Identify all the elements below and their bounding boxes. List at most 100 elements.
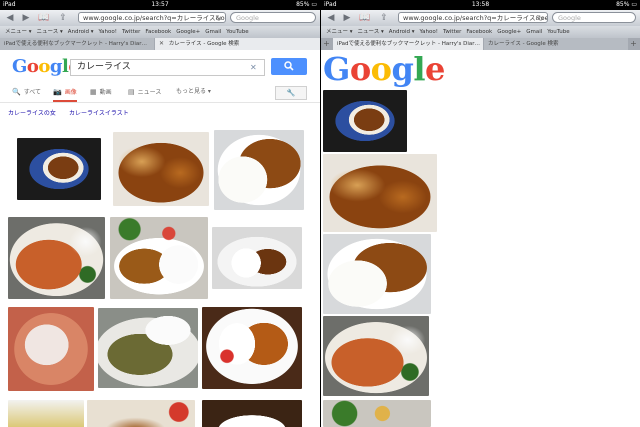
bookmark-item[interactable]: Twitter bbox=[122, 26, 140, 38]
bookmark-item[interactable]: Google+ bbox=[176, 26, 200, 38]
image-result[interactable] bbox=[323, 90, 407, 152]
bookmark-item[interactable]: ニュース ▾ bbox=[358, 26, 384, 38]
image-result[interactable] bbox=[113, 132, 209, 206]
tab-google-search[interactable]: カレーライス - Google 検索 bbox=[484, 38, 628, 50]
image-result[interactable] bbox=[17, 138, 101, 200]
search-query: カレーライス bbox=[77, 62, 131, 72]
browser-search-field[interactable]: Google bbox=[552, 12, 636, 23]
bookmarks-bar: メニュー ▾ ニュース ▾ Android ▾ Yahoo! Twitter Facebo… bbox=[321, 26, 640, 38]
image-result[interactable] bbox=[323, 234, 431, 314]
image-result[interactable] bbox=[323, 316, 429, 396]
search-input[interactable]: カレーライス bbox=[70, 59, 265, 76]
bookmarks-icon[interactable]: 📖 bbox=[358, 11, 372, 25]
new-tab-icon[interactable]: + bbox=[321, 38, 332, 50]
tab-images-label: 画像 bbox=[64, 89, 77, 96]
back-icon[interactable]: ◀ bbox=[324, 11, 338, 25]
image-result[interactable] bbox=[202, 400, 302, 427]
image-result[interactable] bbox=[323, 400, 431, 427]
tab-more[interactable]: もっと見る ▾ bbox=[176, 84, 211, 100]
image-result[interactable] bbox=[212, 227, 302, 289]
image-result[interactable] bbox=[214, 130, 304, 210]
camera-icon: 📷 bbox=[53, 88, 62, 96]
image-result[interactable] bbox=[8, 307, 94, 391]
battery-level: 85% bbox=[616, 1, 630, 8]
new-tab-icon[interactable]: + bbox=[628, 38, 639, 50]
share-icon[interactable]: ⇪ bbox=[377, 11, 391, 25]
share-icon[interactable]: ⇪ bbox=[56, 11, 70, 25]
reload-icon[interactable]: ↻ bbox=[215, 13, 222, 22]
address-text: www.google.co.jp/search?q=カレーライス&oe= bbox=[83, 14, 226, 22]
image-result[interactable] bbox=[8, 217, 105, 299]
image-result[interactable] bbox=[8, 400, 84, 427]
bookmark-item[interactable]: Twitter bbox=[443, 26, 461, 38]
status-time: 13:57 bbox=[151, 1, 169, 8]
close-tab-icon[interactable]: ✕ bbox=[159, 38, 164, 50]
related-search-link[interactable]: カレーライスイラスト bbox=[69, 108, 129, 117]
browser-search-placeholder: Google bbox=[558, 14, 581, 22]
bookmark-item[interactable]: Yahoo! bbox=[99, 26, 117, 38]
bookmark-item[interactable]: Android ▾ bbox=[389, 26, 415, 38]
reload-icon[interactable]: ↻ bbox=[537, 13, 544, 22]
tab-bookmarklet[interactable]: iPadで使える便利なブックマークレット - Harry's Diar… bbox=[333, 38, 483, 50]
tab-label: iPadで使える便利なブックマークレット - Harry's Diar… bbox=[4, 41, 147, 47]
video-icon: ▦ bbox=[90, 88, 97, 96]
tab-bar: + iPadで使える便利なブックマークレット - Harry's Diar… カ… bbox=[321, 38, 640, 50]
status-time: 13:58 bbox=[471, 1, 490, 8]
bookmark-item[interactable]: YouTube bbox=[547, 26, 569, 38]
google-results-page: Google カレーライス ✕ 🔍すべて 📷画像 ▦動画 ▤ニュース もっと見る… bbox=[0, 50, 320, 427]
back-icon[interactable]: ◀ bbox=[3, 11, 17, 25]
related-search-link[interactable]: カレーライスの女 bbox=[8, 108, 56, 117]
bookmark-item[interactable]: Yahoo! bbox=[420, 26, 438, 38]
status-bar: iPad 13:57 85% ▭ bbox=[0, 0, 320, 10]
tab-images[interactable]: 📷 画像 bbox=[53, 84, 77, 102]
battery-indicator: 85% ▭ bbox=[616, 1, 637, 8]
battery-level: 85% bbox=[296, 1, 310, 8]
image-result[interactable] bbox=[110, 217, 208, 299]
search-tools-button[interactable]: 🔧 bbox=[275, 86, 307, 100]
bookmark-item[interactable]: YouTube bbox=[226, 26, 248, 38]
image-result[interactable] bbox=[98, 308, 198, 388]
tab-news-label: ニュース bbox=[137, 89, 162, 96]
tab-news[interactable]: ▤ ニュース bbox=[128, 84, 161, 100]
address-bar[interactable]: www.google.co.jp/search?q=カレーライス&oe= ↻ bbox=[398, 12, 548, 23]
battery-indicator: 85% ▭ bbox=[296, 1, 317, 8]
bookmark-item[interactable]: Gmail bbox=[205, 26, 221, 38]
bookmark-item[interactable]: Android ▾ bbox=[68, 26, 94, 38]
wrench-icon: 🔧 bbox=[286, 89, 296, 97]
bookmark-item[interactable]: Google+ bbox=[497, 26, 521, 38]
tab-google-search[interactable]: ✕ カレーライス - Google 検索 bbox=[155, 38, 320, 50]
image-result[interactable] bbox=[87, 400, 195, 427]
tab-label: iPadで使える便利なブックマークレット - Harry's Diar… bbox=[337, 41, 480, 47]
tab-label: カレーライス - Google 検索 bbox=[168, 41, 240, 47]
address-text: www.google.co.jp/search?q=カレーライス&oe= bbox=[403, 14, 548, 22]
tab-more-label: もっと見る ▾ bbox=[176, 88, 211, 95]
image-result[interactable] bbox=[202, 307, 302, 389]
google-logo[interactable]: Google bbox=[323, 50, 445, 88]
bookmark-item[interactable]: ニュース ▾ bbox=[37, 26, 63, 38]
forward-icon[interactable]: ▶ bbox=[19, 11, 33, 25]
google-images-page: Google bbox=[321, 50, 640, 427]
magnifier-icon bbox=[284, 61, 294, 71]
image-result[interactable] bbox=[323, 154, 437, 232]
left-browser-pane: iPad 13:57 85% ▭ ◀ ▶ 📖 ⇪ www.google.co.j… bbox=[0, 0, 320, 427]
bookmarks-icon[interactable]: 📖 bbox=[37, 11, 51, 25]
bookmark-item[interactable]: Gmail bbox=[526, 26, 542, 38]
browser-toolbar: ◀ ▶ 📖 ⇪ www.google.co.jp/search?q=カレーライス… bbox=[321, 10, 640, 26]
clear-search-icon[interactable]: ✕ bbox=[250, 59, 257, 76]
search-icon: 🔍 bbox=[12, 88, 21, 96]
tab-bookmarklet[interactable]: iPadで使える便利なブックマークレット - Harry's Diar… bbox=[0, 38, 154, 50]
address-bar[interactable]: www.google.co.jp/search?q=カレーライス&oe= ↻ bbox=[78, 12, 226, 23]
bookmark-item[interactable]: メニュー ▾ bbox=[326, 26, 353, 38]
browser-search-field[interactable]: Google bbox=[230, 12, 316, 23]
news-icon: ▤ bbox=[128, 88, 135, 96]
bookmark-item[interactable]: Facebook bbox=[145, 26, 171, 38]
tab-all[interactable]: 🔍 すべて bbox=[12, 84, 41, 100]
forward-icon[interactable]: ▶ bbox=[340, 11, 354, 25]
tab-all-label: すべて bbox=[23, 89, 42, 96]
search-button[interactable] bbox=[271, 58, 307, 75]
bookmark-item[interactable]: Facebook bbox=[466, 26, 492, 38]
browser-search-placeholder: Google bbox=[236, 14, 259, 22]
tab-videos[interactable]: ▦ 動画 bbox=[90, 84, 112, 100]
browser-toolbar: ◀ ▶ 📖 ⇪ www.google.co.jp/search?q=カレーライス… bbox=[0, 10, 320, 26]
bookmark-item[interactable]: メニュー ▾ bbox=[5, 26, 32, 38]
